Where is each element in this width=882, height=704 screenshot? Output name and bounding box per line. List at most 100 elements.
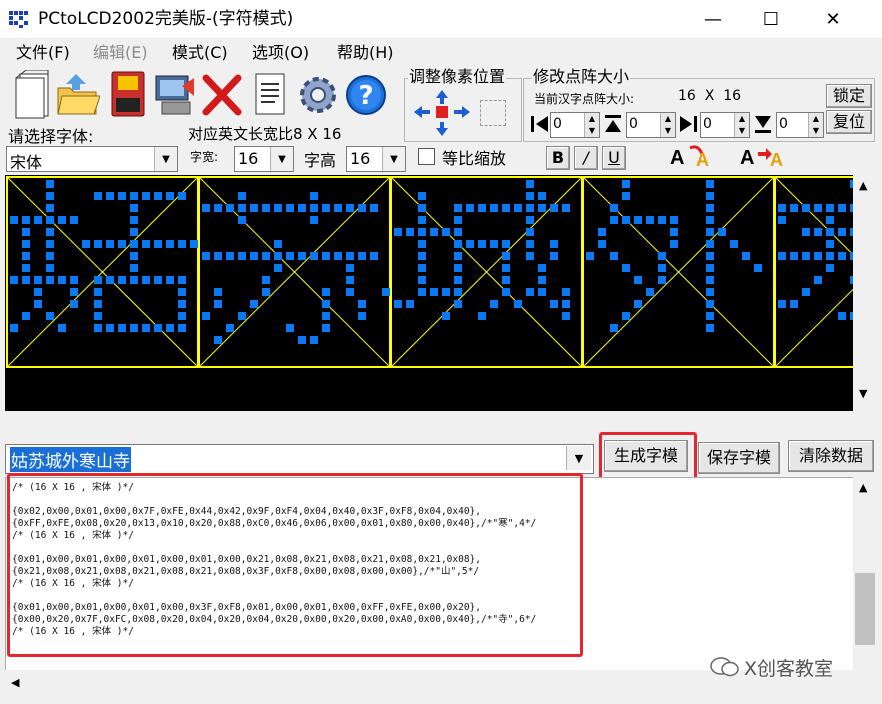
new-file-icon[interactable] — [8, 69, 52, 120]
pixel-dot — [238, 192, 246, 200]
menu-mode[interactable]: 模式(C) — [172, 43, 228, 63]
minimize-button[interactable]: — — [684, 0, 742, 38]
pixel-dot — [394, 300, 402, 308]
settings-computer-icon[interactable] — [152, 70, 196, 120]
pixel-dot — [34, 300, 42, 308]
output-scrollbar[interactable]: ▲ — [853, 477, 877, 670]
highlight-output — [7, 473, 583, 657]
spin-bottom[interactable]: 0 ▲ ▼ — [776, 112, 824, 138]
pixel-dot — [154, 324, 162, 332]
dot-matrix-preview[interactable] — [5, 175, 882, 411]
close-icon: ✕ — [825, 8, 841, 30]
pixel-dot — [418, 288, 426, 296]
pixel-dot — [802, 252, 810, 260]
bold-button[interactable]: B — [546, 146, 570, 170]
spin-right[interactable]: 0 ▲ ▼ — [700, 112, 750, 138]
pixel-dot — [490, 204, 498, 212]
pixel-dot — [706, 276, 714, 284]
pixel-dot — [610, 216, 618, 224]
menu-edit[interactable]: 编辑(E) — [93, 43, 148, 63]
menu-options[interactable]: 选项(O) — [252, 43, 309, 63]
char-width-select[interactable]: 16 ▼ — [234, 146, 294, 172]
mirror-icon[interactable]: AA — [736, 144, 790, 170]
pixel-dot — [502, 252, 510, 260]
lock-button[interactable]: 锁定 — [826, 84, 872, 108]
pixel-dot — [502, 240, 510, 248]
menu-file[interactable]: 文件(F) — [16, 43, 70, 63]
watermark-text: X创客教室 — [744, 658, 834, 680]
pixel-dot — [46, 192, 54, 200]
pixel-dot — [106, 240, 114, 248]
pixel-dot — [814, 252, 822, 260]
shrink-bottom-icon[interactable] — [752, 112, 774, 136]
reset-button[interactable]: 复位 — [826, 110, 872, 134]
pixel-dot — [286, 324, 294, 332]
font-select[interactable]: 宋体 ▼ — [6, 146, 178, 172]
pixel-dot — [130, 324, 138, 332]
pixel-dot — [310, 336, 318, 344]
pixel-dot — [658, 252, 666, 260]
pixel-dot — [226, 252, 234, 260]
pixel-dot — [382, 288, 390, 296]
scroll-up-icon[interactable]: ▲ — [859, 481, 867, 494]
char-height-select[interactable]: 16 ▼ — [346, 146, 406, 172]
delete-x-icon[interactable] — [200, 70, 244, 120]
pixel-dot — [478, 240, 486, 248]
clear-data-button[interactable]: 清除数据 — [788, 440, 874, 472]
pixel-dot — [706, 180, 714, 188]
pixel-dot — [826, 240, 834, 248]
rotate-icon[interactable]: AA — [666, 144, 720, 170]
proportional-checkbox[interactable] — [418, 148, 435, 165]
document-icon[interactable] — [248, 70, 292, 120]
scroll-down-icon[interactable]: ▼ — [859, 387, 867, 400]
pixel-dot — [826, 204, 834, 212]
text-input[interactable]: 姑苏城外寒山寺 — [5, 444, 594, 474]
pixel-dot — [106, 324, 114, 332]
pixel-dot — [490, 300, 498, 308]
pixel-dot — [10, 324, 18, 332]
save-output-button[interactable]: 保存字模 — [698, 442, 780, 474]
pixel-arrows[interactable] — [412, 88, 472, 138]
pixel-dot — [274, 204, 282, 212]
pixel-dot — [478, 204, 486, 212]
pixel-dot — [58, 216, 66, 224]
pixel-dot — [526, 240, 534, 248]
pixel-dot — [526, 192, 534, 200]
spin-top[interactable]: 0 ▲ ▼ — [626, 112, 676, 138]
gear-icon[interactable] — [296, 70, 340, 120]
spin-left[interactable]: 0 ▲ ▼ — [550, 112, 600, 138]
scroll-left-icon[interactable]: ◀ — [11, 676, 19, 689]
pixel-dot — [46, 312, 54, 320]
pixel-dot — [130, 228, 138, 236]
pixel-dot — [94, 324, 102, 332]
shrink-top-icon[interactable] — [602, 112, 624, 136]
pixel-dot — [838, 204, 846, 212]
chevron-down-icon[interactable]: ▼ — [566, 446, 591, 470]
pixel-dot — [466, 240, 474, 248]
pixel-dot — [46, 180, 54, 188]
pixel-dot — [610, 324, 618, 332]
underline-button[interactable]: U — [602, 146, 626, 170]
preview-scrollbar[interactable]: ▲ ▼ — [853, 175, 877, 411]
maximize-button[interactable]: ☐ — [742, 0, 800, 38]
scroll-up-icon[interactable]: ▲ — [859, 179, 867, 192]
pixel-dot — [802, 204, 810, 212]
scroll-thumb[interactable] — [855, 573, 875, 645]
shrink-right-icon[interactable] — [678, 112, 700, 136]
pixel-dot — [526, 228, 534, 236]
pixel-dot — [70, 300, 78, 308]
pixel-dot — [418, 216, 426, 224]
save-disk-icon[interactable] — [106, 70, 150, 120]
open-folder-icon[interactable] — [56, 70, 101, 120]
maximize-icon: ☐ — [762, 8, 780, 30]
italic-button[interactable]: / — [574, 146, 598, 170]
pixel-dot — [166, 276, 174, 284]
help-icon[interactable]: ? — [344, 70, 388, 120]
menu-help[interactable]: 帮助(H) — [337, 43, 394, 63]
pixel-center-icon[interactable] — [480, 100, 506, 126]
close-button[interactable]: ✕ — [804, 0, 862, 38]
pixel-dot — [778, 300, 786, 308]
menu-bar: 文件(F) 编辑(E) 模式(C) 选项(O) 帮助(H) — [0, 40, 882, 66]
shrink-left-icon[interactable] — [528, 112, 550, 136]
pixel-dot — [262, 276, 270, 284]
